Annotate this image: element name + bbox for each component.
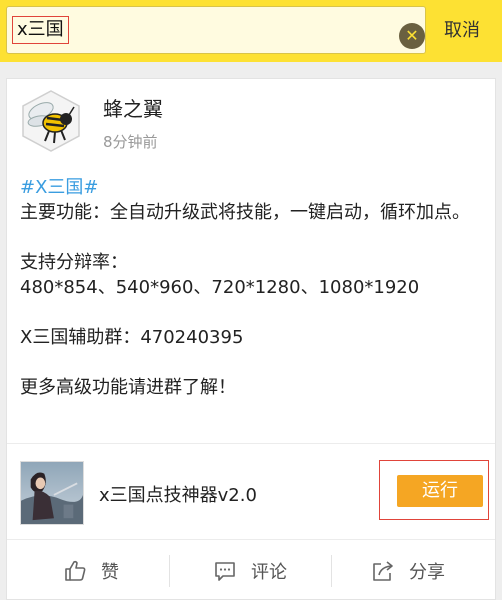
comment-label: 评论	[251, 562, 287, 583]
search-header: x三国 ✕ 取消	[0, 0, 502, 62]
divider	[169, 555, 170, 587]
post-body: #X三国# 主要功能：全自动升级武将技能，一键启动，循环加点。 支持分辩率： 4…	[20, 175, 488, 400]
thumbs-up-icon	[65, 560, 86, 581]
run-button[interactable]: 运行	[397, 475, 483, 507]
post-paragraph: X三国辅助群：470240395	[20, 327, 244, 348]
comment-button[interactable]: 评论	[213, 551, 287, 591]
app-name[interactable]: x三国点技神器v2.0	[99, 481, 257, 507]
author-name[interactable]: 蜂之翼	[103, 93, 163, 122]
hashtag-link[interactable]: #X三国#	[20, 175, 488, 200]
cancel-button[interactable]: 取消	[432, 14, 492, 48]
search-input[interactable]: x三国 ✕	[6, 6, 426, 54]
post-paragraph: 主要功能：全自动升级武将技能，一键启动，循环加点。	[20, 202, 470, 223]
comment-icon	[215, 562, 235, 581]
clear-icon[interactable]: ✕	[399, 23, 425, 49]
like-label: 赞	[101, 562, 119, 583]
app-thumbnail[interactable]	[20, 461, 84, 525]
like-button[interactable]: 赞	[63, 551, 119, 591]
divider	[7, 443, 495, 444]
divider	[331, 555, 332, 587]
post-paragraph: 支持分辩率： 480*854、540*960、720*1280、1080*192…	[20, 252, 420, 298]
share-icon	[373, 561, 393, 581]
post-card: 蜂之翼 8分钟前 #X三国# 主要功能：全自动升级武将技能，一键启动，循环加点。…	[6, 78, 496, 600]
post-paragraph: 更多高级功能请进群了解！	[20, 377, 236, 398]
avatar[interactable]	[19, 89, 83, 153]
share-label: 分享	[409, 562, 445, 583]
share-button[interactable]: 分享	[371, 551, 445, 591]
post-timestamp: 8分钟前	[103, 133, 158, 151]
divider	[7, 539, 495, 540]
search-query-text[interactable]: x三国	[12, 16, 69, 44]
